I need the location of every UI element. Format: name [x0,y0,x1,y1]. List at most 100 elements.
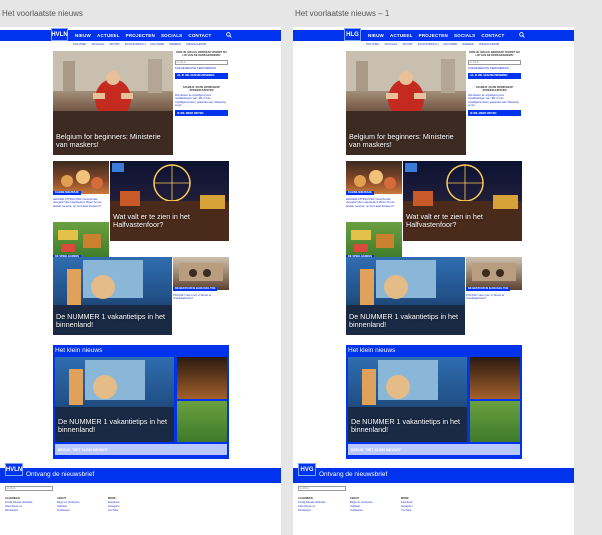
footer-column: ALGEMEEN Terwijl Nieuwe dinbrede Alles N… [298,497,325,513]
vacation-image[interactable]: De NUMMER 1 vakantietips in het binnenla… [346,257,465,335]
subnav-item-economisch[interactable]: ECONOMISCH [125,42,146,46]
newsletter-email-input[interactable]: E-MAIL [5,486,53,491]
story-image-museum[interactable] [466,257,522,290]
klein-image-playground[interactable] [470,401,520,442]
story-snippet[interactable]: POLICE? Hoe men in Street te Vreelbaahnt… [466,293,522,301]
story-image-playground[interactable] [53,222,109,259]
fair-headline[interactable]: Wat valt er te zien in het Halfvastenfoo… [406,212,521,230]
sidebar-email-input[interactable]: E-MAIL [175,59,228,65]
footer-column: MORE Facebook Instagram YouTube [108,497,120,513]
subnav-item-wegschrob[interactable]: WEGSCHROB [186,42,206,46]
nav-item-contact[interactable]: CONTACT [481,33,504,38]
footer-link[interactable]: Oudheeten [350,509,373,513]
sidebar-subscribe-button[interactable]: JA, IK WIL EEN NIEUWSBRIEF [175,72,228,79]
nav-item-actueel[interactable]: ACTUEEL [390,33,413,38]
footer-bar: HVLN Ontvang de nieuwsbrief [0,463,281,483]
klein-nieuws-button[interactable]: BEKIJK "HET KLEIN NIEUWS" [55,444,227,455]
newsletter-email-input[interactable]: E-MAIL [298,486,346,491]
klein-headline[interactable]: De NUMMER 1 vakantietips in het binnenla… [351,417,461,435]
story-image-candy[interactable] [346,161,402,194]
artboard[interactable]: NIEUW ACTUEEL PROJECTEN SOCIALS CONTACT … [0,27,281,535]
footer-link[interactable]: YouTube [401,509,413,513]
hero-headline[interactable]: Belgium for beginners: Ministerie van ma… [56,132,168,150]
story-image-candy[interactable] [53,161,109,194]
sub-nav: POLITIEK SOCIAAL SPORT ECONOMISCH RACISM… [366,42,499,46]
subnav-item-sport[interactable]: SPORT [110,42,120,46]
footer-logo[interactable]: HVLN [5,463,23,476]
sidebar-box-text: Wat doelen de vrijwilligers jouw ontwikk… [175,94,226,107]
sidebar-box-title: SCHRIJF JOUW WORKSHOP SPREEKUURSTER [475,85,514,92]
search-icon[interactable] [519,32,525,40]
klein-headline[interactable]: De NUMMER 1 vakantietips in het binnenla… [58,417,168,435]
klein-image-candy[interactable] [470,357,520,399]
klein-vacation-image[interactable]: De NUMMER 1 vakantietips in het binnenla… [55,357,174,442]
design-canvas: Het voorlaatste nieuws NIEUW ACTUEEL PRO… [0,0,602,535]
artboard-title[interactable]: Het voorlaatste nieuws – 1 [295,9,389,18]
nav-item-projecten[interactable]: PROJECTEN [126,33,155,38]
subnav-item-politiek[interactable]: POLITIEK [73,42,87,46]
vacation-headline[interactable]: De NUMMER 1 vakantietips in het binnenla… [349,312,459,330]
subnav-item-werew[interactable]: WEREW [462,42,474,46]
nav-item-nieuw[interactable]: NIEUW [75,33,91,38]
nav-item-nieuw[interactable]: NIEUW [368,33,384,38]
fair-image[interactable]: Wat valt er te zien in het Halfvastenfoo… [403,161,522,241]
subnav-item-werew[interactable]: WEREW [169,42,181,46]
fair-image[interactable]: Wat valt er te zien in het Halfvastenfoo… [110,161,229,241]
footer-link[interactable]: Oudheeten [57,509,80,513]
story-snippet[interactable]: POLICE? Hoe men in Street te Vreelbaahnt… [173,293,229,301]
story-image-playground[interactable] [346,222,402,259]
nav-item-projecten[interactable]: PROJECTEN [419,33,448,38]
logo[interactable]: HVLN [51,28,68,41]
sidebar-link[interactable]: DOEGENERATIE KERKWERKEN [468,67,521,70]
logo[interactable]: HLG [344,28,361,41]
subnav-item-economisch[interactable]: ECONOMISCH [418,42,439,46]
footer-logo[interactable]: HVG [298,463,316,476]
hero-headline[interactable]: Belgium for beginners: Ministerie van ma… [349,132,461,150]
nav-item-socials[interactable]: SOCIALS [161,33,182,38]
subnav-item-racisme[interactable]: RACISME [443,42,457,46]
sidebar-link[interactable]: DOEGENERATIE KERKWERKEN [175,67,228,70]
klein-nieuws-section: Het klein nieuws De NUMMER 1 vakantietip… [53,345,229,459]
klein-vacation-image[interactable]: De NUMMER 1 vakantietips in het binnenla… [348,357,467,442]
story-snippet[interactable]: LEKKER ATTRACTIEF! Geschonde vleugels? E… [346,197,402,208]
hero-image[interactable]: Belgium for beginners: Ministerie van ma… [53,51,173,155]
klein-nieuws-button[interactable]: BEKIJK "HET KLEIN NIEUWS" [348,444,520,455]
subnav-item-sport[interactable]: SPORT [403,42,413,46]
subnav-item-wegschrob[interactable]: WEGSCHROB [479,42,499,46]
footer-bar: HVG Ontvang de nieuwsbrief [293,463,574,483]
klein-nieuws-title: Het klein nieuws [348,347,396,354]
search-icon[interactable] [226,32,232,40]
sidebar-more-button[interactable]: IK WIL MEER WETEN [468,110,521,116]
newsletter-title: Ontvang de nieuwsbrief [319,471,388,478]
vacation-headline[interactable]: De NUMMER 1 vakantietips in het binnenla… [56,312,166,330]
story-image-museum[interactable] [173,257,229,290]
footer-link[interactable]: Workshops [298,509,325,513]
klein-image-candy[interactable] [177,357,227,399]
subnav-item-sociaal[interactable]: SOCIAAL [385,42,398,46]
klein-nieuws-section: Het klein nieuws De NUMMER 1 vakantietip… [346,345,522,459]
artboard-title[interactable]: Het voorlaatste nieuws [2,9,83,18]
sidebar-email-input[interactable]: E-MAIL [468,59,521,65]
footer-column: ALGEMEEN Terwijl Nieuwe dinbrede Alles N… [5,497,32,513]
footer-column: ABOUT Begin en producten Voltheek Oudhee… [57,497,80,513]
subnav-item-racisme[interactable]: RACISME [150,42,164,46]
footer-link[interactable]: YouTube [108,509,120,513]
nav-item-contact[interactable]: CONTACT [188,33,211,38]
story-snippet[interactable]: LEKKER ATTRACTIEF! Geschonde vleugels? E… [53,197,109,208]
footer-link[interactable]: Workshops [5,509,32,513]
vacation-image[interactable]: De NUMMER 1 vakantietips in het binnenla… [53,257,172,335]
sidebar-subscribe-button[interactable]: JA, IK WIL EEN NIEUWSBRIEF [468,72,521,79]
hero-image[interactable]: Belgium for beginners: Ministerie van ma… [346,51,466,155]
subnav-item-sociaal[interactable]: SOCIAAL [92,42,105,46]
sidebar-box: SCHRIJF JOUW WORKSHOP SPREEKUURSTER Wat … [175,86,228,116]
main-nav: NIEUW ACTUEEL PROJECTEN SOCIALS CONTACT [0,30,281,41]
nav-item-socials[interactable]: SOCIALS [454,33,475,38]
sub-nav: POLITIEK SOCIAAL SPORT ECONOMISCH RACISM… [73,42,206,46]
fair-headline[interactable]: Wat valt er te zien in het Halfvastenfoo… [113,212,228,230]
artboard[interactable]: NIEUW ACTUEEL PROJECTEN SOCIALS CONTACT … [293,27,574,535]
klein-image-playground[interactable] [177,401,227,442]
sidebar-more-button[interactable]: IK WIL MEER WETEN [175,110,228,116]
nav-item-actueel[interactable]: ACTUEEL [97,33,120,38]
subnav-item-politiek[interactable]: POLITIEK [366,42,380,46]
sidebar-box-text: Wat doelen de vrijwilligers jouw ontwikk… [468,94,519,107]
